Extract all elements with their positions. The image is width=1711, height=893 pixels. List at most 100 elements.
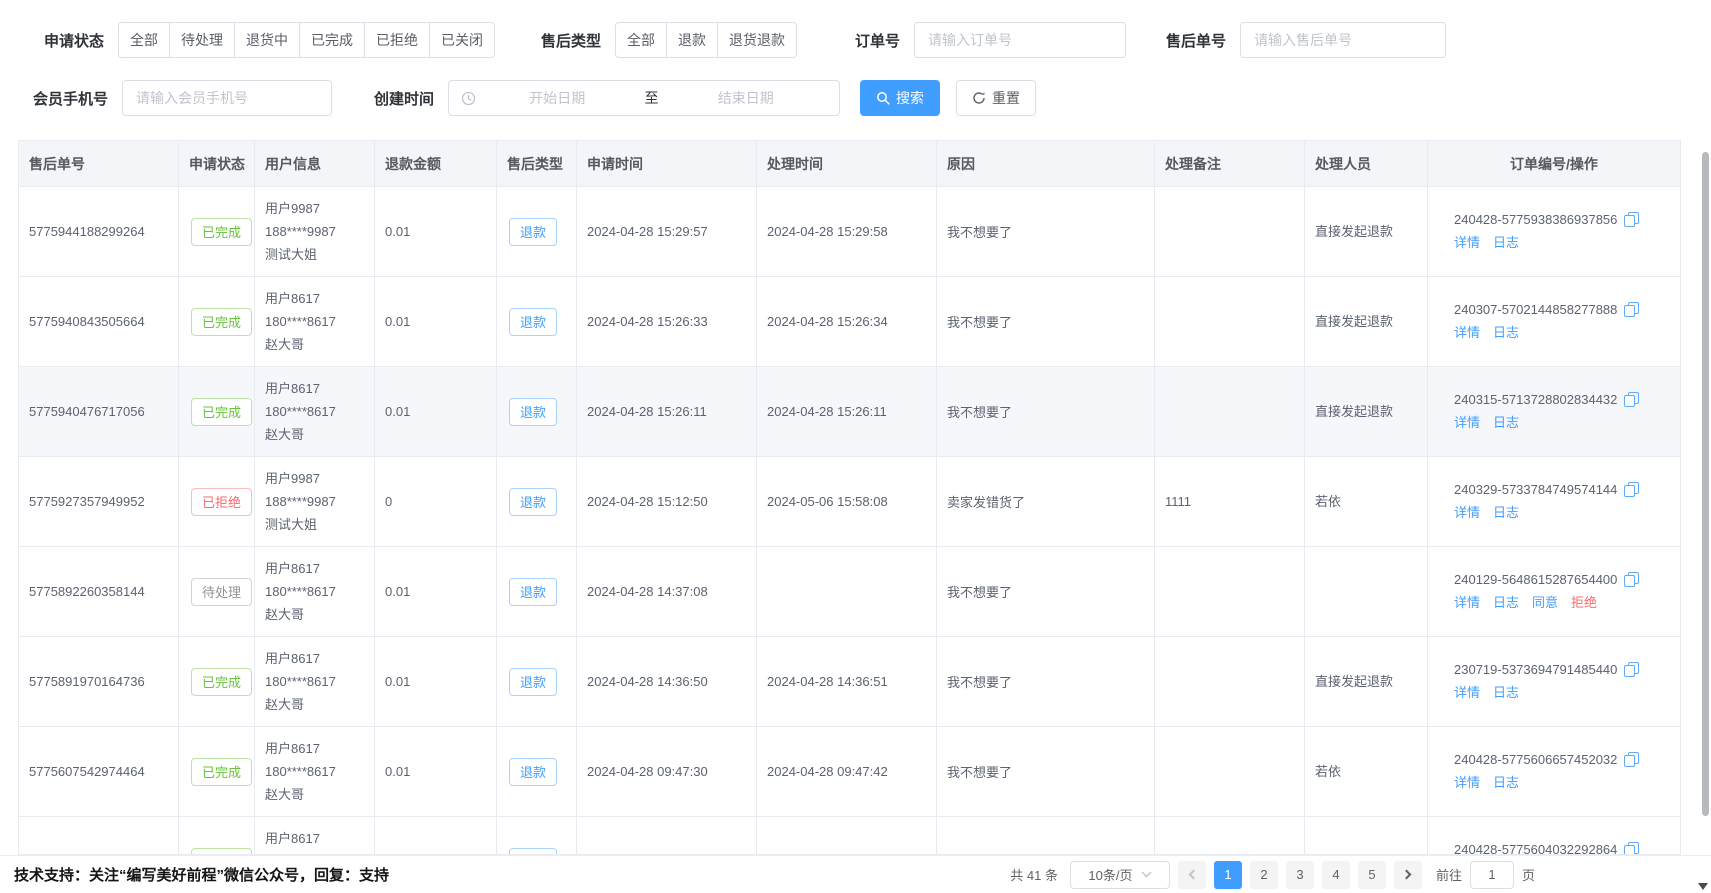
prev-page-button[interactable] bbox=[1178, 861, 1206, 889]
status-option-已关闭[interactable]: 已关闭 bbox=[430, 22, 495, 58]
next-page-button[interactable] bbox=[1394, 861, 1422, 889]
type-option-退款[interactable]: 退款 bbox=[667, 22, 718, 58]
vertical-scrollbar-thumb[interactable] bbox=[1702, 152, 1709, 816]
created-time-label: 创建时间 bbox=[374, 88, 434, 109]
apply-time: 2024-04-28 14:36:50 bbox=[577, 637, 757, 726]
date-range-picker[interactable]: 至 bbox=[448, 80, 840, 116]
status-option-全部[interactable]: 全部 bbox=[118, 22, 170, 58]
type-option-退货退款[interactable]: 退货退款 bbox=[718, 22, 797, 58]
aftersale-table: 售后单号申请状态用户信息退款金额售后类型申请时间处理时间原因处理备注处理人员订单… bbox=[18, 140, 1681, 855]
type-filter-label: 售后类型 bbox=[541, 30, 601, 51]
pager-pages: 12345 bbox=[1214, 861, 1386, 889]
row-actions: 详情日志 bbox=[1454, 322, 1519, 341]
goto-label: 前往 bbox=[1436, 865, 1462, 884]
handler-cell bbox=[1305, 547, 1428, 636]
action-link-日志[interactable]: 日志 bbox=[1493, 322, 1519, 341]
page-button-2[interactable]: 2 bbox=[1250, 861, 1278, 889]
action-link-日志[interactable]: 日志 bbox=[1493, 772, 1519, 791]
page-button-3[interactable]: 3 bbox=[1286, 861, 1314, 889]
start-date-input[interactable] bbox=[476, 82, 639, 114]
handle-time bbox=[757, 547, 937, 636]
order-ops-cell: 240315-5713728802834432 详情日志 bbox=[1428, 367, 1680, 456]
action-link-同意[interactable]: 同意 bbox=[1532, 592, 1558, 611]
action-link-详情[interactable]: 详情 bbox=[1454, 232, 1480, 251]
copy-icon[interactable] bbox=[1624, 302, 1639, 317]
user-info: 用户8617180****8617赵大哥 bbox=[255, 367, 375, 456]
page-unit-label: 页 bbox=[1522, 865, 1535, 884]
refund-amount: 0.01 bbox=[375, 277, 497, 366]
status-option-已完成[interactable]: 已完成 bbox=[300, 22, 365, 58]
order-line: 240329-5733784749574144 bbox=[1454, 482, 1639, 497]
remark bbox=[1155, 187, 1305, 276]
action-link-详情[interactable]: 详情 bbox=[1454, 502, 1480, 521]
page-button-4[interactable]: 4 bbox=[1322, 861, 1350, 889]
action-link-拒绝[interactable]: 拒绝 bbox=[1571, 592, 1597, 611]
handler: 直接发起退款 bbox=[1315, 671, 1393, 693]
order-number: 240428-5775604032292864 bbox=[1454, 842, 1617, 855]
order-line: 230719-5373694791485440 bbox=[1454, 662, 1639, 677]
footer-bar: 技术支持：关注“编写美好前程”微信公众号，回复：支持 共 41 条 10条/页 … bbox=[0, 855, 1711, 893]
order-line: 240307-5702144858277888 bbox=[1454, 302, 1639, 317]
page-button-5[interactable]: 5 bbox=[1358, 861, 1386, 889]
goto-page-input[interactable] bbox=[1470, 861, 1514, 889]
apply-time: 2024-04-28 14:37:08 bbox=[577, 547, 757, 636]
status-filter-label: 申请状态 bbox=[44, 30, 104, 51]
status-tag: 已完成 bbox=[191, 218, 252, 246]
remark bbox=[1155, 817, 1305, 855]
status-tag: 已完成 bbox=[191, 848, 252, 856]
action-link-详情[interactable]: 详情 bbox=[1454, 322, 1480, 341]
page-button-1[interactable]: 1 bbox=[1214, 861, 1242, 889]
copy-icon[interactable] bbox=[1624, 212, 1639, 227]
reason: 我不想要了 bbox=[937, 727, 1155, 816]
user-info: 用户8617180****8617赵大哥 bbox=[255, 277, 375, 366]
type-tag: 退款 bbox=[509, 848, 557, 856]
aftersale-no-input[interactable] bbox=[1240, 22, 1446, 58]
table-body: 5775944188299264 已完成 用户9987188****9987测试… bbox=[19, 187, 1680, 855]
action-link-详情[interactable]: 详情 bbox=[1454, 412, 1480, 431]
action-link-日志[interactable]: 日志 bbox=[1493, 502, 1519, 521]
column-header-3: 退款金额 bbox=[375, 141, 497, 186]
page-size-select[interactable]: 10条/页 bbox=[1070, 861, 1170, 889]
order-ops-cell: 240428-5775606657452032 详情日志 bbox=[1428, 727, 1680, 816]
copy-icon[interactable] bbox=[1624, 482, 1639, 497]
phone-input[interactable] bbox=[122, 80, 332, 116]
row-actions: 详情日志 bbox=[1454, 772, 1519, 791]
action-link-日志[interactable]: 日志 bbox=[1493, 592, 1519, 611]
type-option-全部[interactable]: 全部 bbox=[615, 22, 667, 58]
aftersale-id: 5775940476717056 bbox=[19, 367, 179, 456]
column-header-7: 原因 bbox=[937, 141, 1155, 186]
filter-row-2: 会员手机号 创建时间 至 搜索 bbox=[33, 80, 1036, 116]
action-link-详情[interactable]: 详情 bbox=[1454, 592, 1480, 611]
table-row: 5775891970164736 已完成 用户8617180****8617赵大… bbox=[19, 637, 1680, 727]
table-row: 5775607542974464 已完成 用户8617180****8617赵大… bbox=[19, 727, 1680, 817]
order-ops-cell: 230719-5373694791485440 详情日志 bbox=[1428, 637, 1680, 726]
status-option-已拒绝[interactable]: 已拒绝 bbox=[365, 22, 430, 58]
copy-icon[interactable] bbox=[1624, 662, 1639, 677]
end-date-input[interactable] bbox=[665, 82, 828, 114]
type-cell: 退款 bbox=[497, 457, 577, 546]
order-ops-cell: 240428-5775604032292864 详情日志 bbox=[1428, 817, 1680, 855]
status-tag: 已完成 bbox=[191, 308, 252, 336]
copy-icon[interactable] bbox=[1624, 572, 1639, 587]
status-option-待处理[interactable]: 待处理 bbox=[170, 22, 235, 58]
action-link-详情[interactable]: 详情 bbox=[1454, 682, 1480, 701]
handler: 直接发起退款 bbox=[1315, 401, 1393, 423]
status-option-退货中[interactable]: 退货中 bbox=[235, 22, 300, 58]
reset-button[interactable]: 重置 bbox=[956, 80, 1036, 116]
action-link-日志[interactable]: 日志 bbox=[1493, 412, 1519, 431]
order-no-input[interactable] bbox=[914, 22, 1126, 58]
scrollbar-down-arrow-icon[interactable] bbox=[1698, 883, 1708, 890]
table-row: 已完成 用户8617180****8617赵大哥 退款 直接发起退款 24042… bbox=[19, 817, 1680, 855]
copy-icon[interactable] bbox=[1624, 752, 1639, 767]
search-button[interactable]: 搜索 bbox=[860, 80, 940, 116]
action-link-日志[interactable]: 日志 bbox=[1493, 682, 1519, 701]
copy-icon[interactable] bbox=[1624, 842, 1639, 855]
copy-icon[interactable] bbox=[1624, 392, 1639, 407]
action-link-详情[interactable]: 详情 bbox=[1454, 772, 1480, 791]
order-number: 240428-5775938386937856 bbox=[1454, 212, 1617, 227]
action-link-日志[interactable]: 日志 bbox=[1493, 232, 1519, 251]
handle-time bbox=[757, 817, 937, 855]
refund-amount: 0 bbox=[375, 457, 497, 546]
pagination: 共 41 条 10条/页 12345 前往 页 bbox=[1010, 861, 1535, 889]
table-row: 5775940843505664 已完成 用户8617180****8617赵大… bbox=[19, 277, 1680, 367]
